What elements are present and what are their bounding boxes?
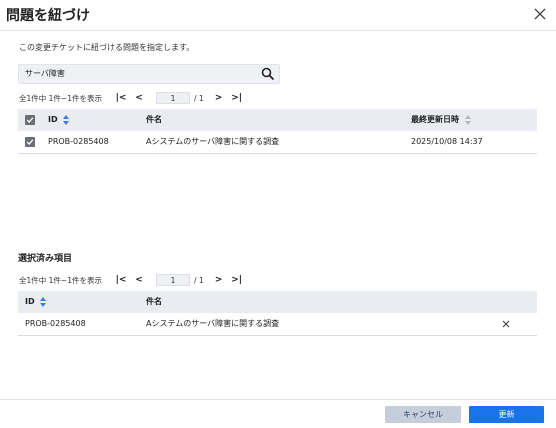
next-page-icon[interactable]: > bbox=[210, 93, 228, 103]
column-updated-label: 最終更新日時 bbox=[411, 115, 459, 124]
column-subject: 件名 bbox=[146, 297, 162, 306]
selected-heading: 選択済み項目 bbox=[18, 254, 73, 264]
sort-icon[interactable] bbox=[63, 114, 70, 125]
column-id[interactable]: ID bbox=[25, 291, 47, 313]
selected-count: 全1件中 1件~1件を表示 bbox=[19, 275, 102, 285]
prev-page-icon[interactable]: < bbox=[130, 93, 148, 103]
selected-pager: 全1件中 1件~1件を表示 |< < 1 / 1 > >| bbox=[19, 273, 246, 287]
row-id: PROB-0285408 bbox=[25, 319, 86, 328]
column-id[interactable]: ID bbox=[48, 109, 70, 131]
title-divider bbox=[0, 30, 556, 31]
last-page-icon[interactable]: >| bbox=[228, 275, 246, 285]
column-subject: 件名 bbox=[146, 115, 162, 124]
select-all-checkbox[interactable] bbox=[25, 115, 35, 125]
cancel-button[interactable]: キャンセル bbox=[385, 406, 461, 423]
selected-table: ID 件名 PROB-0285408 Aシステムのサーバ障害に関する調査 bbox=[18, 291, 537, 336]
row-subject: Aシステムのサーバ障害に関する調査 bbox=[146, 137, 280, 146]
results-table-header: ID 件名 最終更新日時 bbox=[18, 109, 537, 131]
table-row: PROB-0285408 Aシステムのサーバ障害に関する調査 bbox=[18, 313, 537, 336]
dialog-title: 問題を紐づけ bbox=[6, 8, 90, 24]
search-box bbox=[18, 64, 280, 84]
prev-page-icon[interactable]: < bbox=[130, 275, 148, 285]
sort-icon[interactable] bbox=[40, 296, 47, 307]
dialog-description: この変更チケットに紐づける問題を指定します。 bbox=[19, 43, 195, 52]
remove-icon[interactable] bbox=[502, 320, 510, 328]
page-number-input[interactable]: 1 bbox=[155, 92, 190, 104]
page-total: / 1 bbox=[193, 275, 204, 285]
first-page-icon[interactable]: |< bbox=[112, 93, 130, 103]
update-button[interactable]: 更新 bbox=[469, 406, 544, 423]
search-icon[interactable] bbox=[261, 67, 275, 81]
row-id: PROB-0285408 bbox=[48, 137, 109, 146]
page-number-input[interactable]: 1 bbox=[155, 274, 190, 286]
row-subject: Aシステムのサーバ障害に関する調査 bbox=[146, 319, 280, 328]
row-checkbox[interactable] bbox=[25, 137, 35, 147]
first-page-icon[interactable]: |< bbox=[112, 275, 130, 285]
last-page-icon[interactable]: >| bbox=[228, 93, 246, 103]
sort-icon[interactable] bbox=[464, 114, 471, 125]
selected-table-header: ID 件名 bbox=[18, 291, 537, 313]
table-row[interactable]: PROB-0285408 Aシステムのサーバ障害に関する調査 2025/10/0… bbox=[18, 131, 537, 154]
row-updated: 2025/10/08 14:37 bbox=[411, 137, 483, 146]
column-id-label: ID bbox=[48, 115, 58, 124]
close-icon[interactable] bbox=[532, 6, 548, 22]
footer-divider bbox=[0, 399, 556, 400]
column-id-label: ID bbox=[25, 297, 35, 306]
results-table: ID 件名 最終更新日時 PROB-0285408 Aシステムのサーバ障害に関す… bbox=[18, 109, 537, 154]
column-updated[interactable]: 最終更新日時 bbox=[411, 109, 471, 131]
results-count: 全1件中 1件~1件を表示 bbox=[19, 93, 102, 103]
results-pager: 全1件中 1件~1件を表示 |< < 1 / 1 > >| bbox=[19, 91, 246, 105]
next-page-icon[interactable]: > bbox=[210, 275, 228, 285]
page-total: / 1 bbox=[193, 93, 204, 103]
search-input[interactable] bbox=[25, 69, 255, 78]
